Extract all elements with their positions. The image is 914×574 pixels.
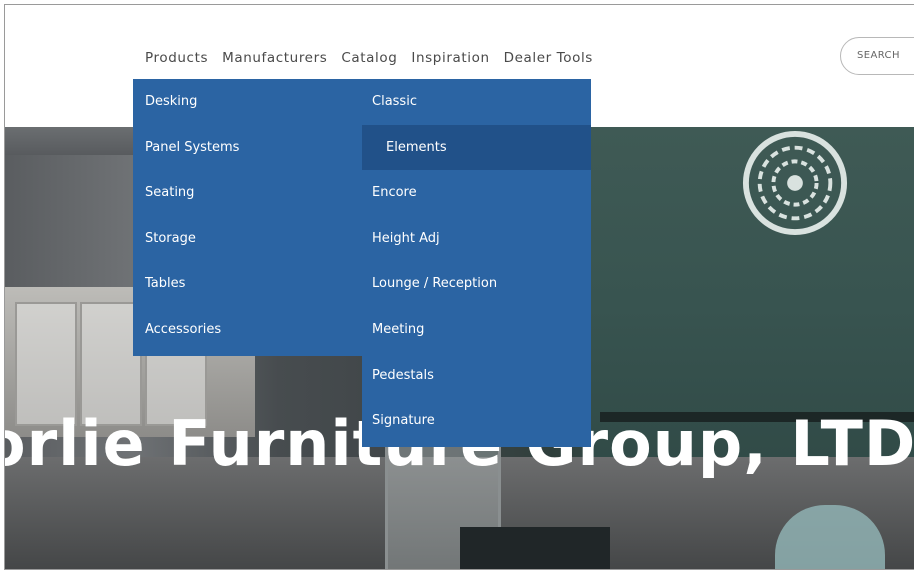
nav-manufacturers[interactable]: Manufacturers — [222, 50, 327, 66]
submenu-item-height-adj[interactable]: Height Adj — [362, 216, 591, 262]
menu-item-seating[interactable]: Seating — [133, 170, 362, 216]
submenu-item-pedestals[interactable]: Pedestals — [362, 353, 591, 399]
search-box[interactable] — [840, 37, 914, 75]
main-nav: Products Manufacturers Catalog Inspirati… — [145, 50, 607, 66]
nav-products[interactable]: Products — [145, 50, 208, 66]
search-input[interactable] — [855, 49, 914, 62]
submenu-item-encore[interactable]: Encore — [362, 170, 591, 216]
desking-submenu: Classic Elements Encore Height Adj Loung… — [362, 79, 591, 447]
products-dropdown: Desking Panel Systems Seating Storage Ta… — [133, 79, 362, 356]
menu-item-storage[interactable]: Storage — [133, 216, 362, 262]
submenu-item-elements[interactable]: Elements — [362, 124, 591, 171]
menu-item-tables[interactable]: Tables — [133, 261, 362, 307]
decorative-clock-icon — [742, 130, 848, 236]
nav-catalog[interactable]: Catalog — [341, 50, 397, 66]
menu-item-accessories[interactable]: Accessories — [133, 307, 362, 353]
submenu-item-classic[interactable]: Classic — [362, 79, 591, 125]
menu-item-panel-systems[interactable]: Panel Systems — [133, 125, 362, 171]
menu-item-desking[interactable]: Desking — [133, 79, 362, 125]
submenu-item-meeting[interactable]: Meeting — [362, 307, 591, 353]
hero-monitor — [460, 527, 610, 569]
submenu-item-signature[interactable]: Signature — [362, 398, 591, 444]
submenu-item-lounge-reception[interactable]: Lounge / Reception — [362, 261, 591, 307]
browser-viewport: We orlie Furniture Group, LTD Products M… — [4, 4, 914, 570]
nav-dealer-tools[interactable]: Dealer Tools — [504, 50, 593, 66]
nav-inspiration[interactable]: Inspiration — [411, 50, 489, 66]
